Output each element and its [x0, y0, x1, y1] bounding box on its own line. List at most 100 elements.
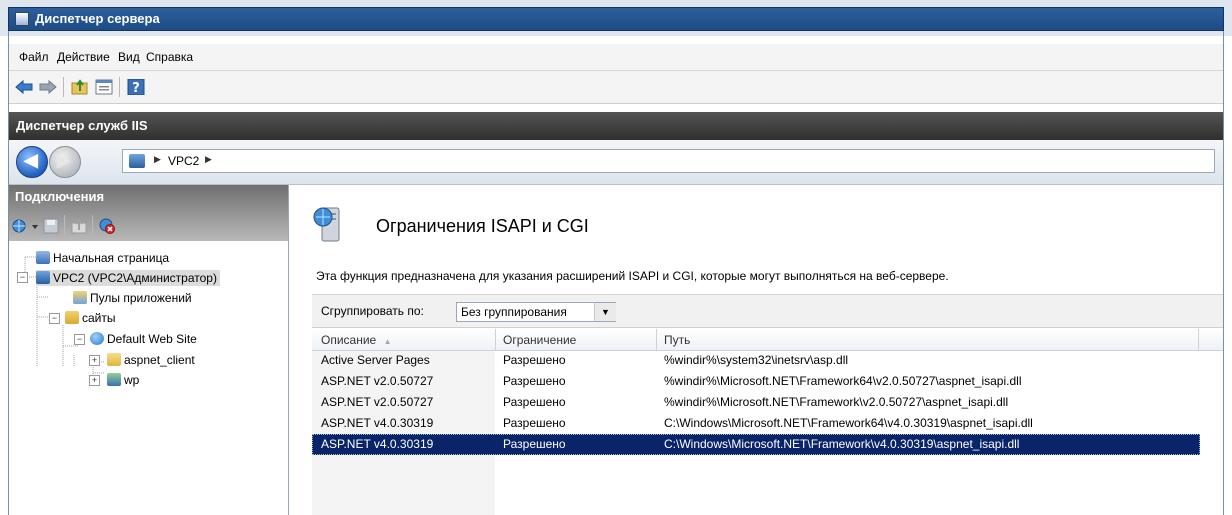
column-header-description[interactable]: Описание ▲	[321, 333, 391, 347]
cell-description: ASP.NET v4.0.30319	[321, 437, 434, 451]
cell-restriction: Разрешено	[503, 374, 566, 388]
connections-title: Подключения	[15, 189, 105, 204]
collapse-icon[interactable]: −	[49, 313, 60, 324]
column-divider[interactable]	[656, 329, 657, 350]
app-pool-icon	[73, 291, 87, 304]
forward-button[interactable]: ▶	[49, 146, 81, 178]
iis-manager-title: Диспетчер служб IIS	[16, 118, 148, 133]
navigation-bar: ◀ ▶ ▶ VPC2 ▶	[9, 140, 1223, 185]
tree-node-label: Пулы приложений	[90, 291, 192, 305]
folder-icon	[107, 353, 121, 366]
breadcrumb-separator[interactable]: ▶	[205, 154, 212, 165]
cell-description: ASP.NET v2.0.50727	[321, 395, 434, 409]
menu-help[interactable]: Справка	[146, 50, 193, 64]
toolbar-separator	[92, 215, 93, 235]
feature-pane: Ограничения ISAPI и CGI Эта функция пред…	[289, 185, 1223, 515]
folder-up-icon[interactable]	[71, 79, 89, 95]
chevron-down-icon[interactable]: ▼	[594, 303, 616, 321]
delete-connection-icon[interactable]	[99, 218, 115, 234]
column-divider[interactable]	[1198, 329, 1199, 350]
menu-view[interactable]: Вид	[118, 50, 140, 64]
back-button[interactable]: ◀	[16, 146, 48, 178]
table-row[interactable]: ASP.NET v4.0.30319 Разрешено C:\Windows\…	[312, 413, 1223, 434]
tree-node-start-page[interactable]: Начальная страница	[36, 251, 169, 265]
isapi-cgi-restrictions-icon	[313, 207, 340, 242]
dropdown-arrow-icon[interactable]	[31, 218, 39, 234]
tree-node-label: wp	[124, 373, 140, 387]
forward-arrow-icon[interactable]	[39, 79, 57, 95]
page-title: Ограничения ISAPI и CGI	[376, 216, 589, 236]
app-icon	[107, 373, 121, 386]
cell-path: %windir%\Microsoft.NET\Framework64\v2.0.…	[664, 374, 1022, 388]
collapse-icon[interactable]: −	[74, 334, 85, 345]
table-row[interactable]: ASP.NET v2.0.50727 Разрешено %windir%\Mi…	[312, 371, 1223, 392]
group-by-select[interactable]: Без группирования ▼	[456, 302, 616, 322]
properties-icon[interactable]	[95, 79, 113, 95]
server-manager-icon	[15, 12, 29, 26]
menu-action[interactable]: Действие	[57, 50, 110, 64]
tree-node-aspnet-client[interactable]: aspnet_client	[107, 353, 195, 367]
tree-node-sites[interactable]: сайты	[65, 311, 116, 325]
cell-description: ASP.NET v4.0.30319	[321, 416, 434, 430]
collapse-icon[interactable]: −	[17, 272, 28, 283]
column-header-path[interactable]: Путь	[664, 333, 690, 347]
table-row-selected[interactable]: ASP.NET v4.0.30319 Разрешено C:\Windows\…	[312, 434, 1200, 455]
window-title: Диспетчер сервера	[35, 11, 160, 26]
forward-arrow-icon: ▶	[57, 150, 71, 170]
connections-pane: Подключения Начальная страница − VPC2 (V…	[9, 185, 289, 515]
feature-description: Эта функция предназначена для указания р…	[316, 269, 949, 283]
column-header-restriction[interactable]: Ограничение	[503, 333, 576, 347]
column-divider[interactable]	[495, 329, 496, 350]
column-label: Описание	[321, 333, 377, 347]
toolbar-separator	[64, 215, 65, 235]
toolbar-separator	[119, 77, 120, 97]
tree-node-label: VPC2 (VPC2\Администратор)	[53, 271, 217, 285]
cell-restriction: Разрешено	[503, 437, 566, 451]
sort-ascending-icon: ▲	[383, 337, 392, 346]
table-row[interactable]: Active Server Pages Разрешено %windir%\s…	[312, 350, 1223, 371]
cell-restriction: Разрешено	[503, 395, 566, 409]
restrictions-grid: Описание ▲ Ограничение Путь Active Serve…	[312, 329, 1223, 515]
address-bar[interactable]: ▶ VPC2 ▶	[122, 149, 1215, 173]
window-title-bar[interactable]: Диспетчер сервера	[8, 7, 1224, 31]
breadcrumb-vpc2[interactable]: VPC2	[168, 154, 199, 168]
globe-icon	[90, 332, 104, 345]
cell-path: %windir%\Microsoft.NET\Framework\v2.0.50…	[664, 395, 1009, 409]
back-arrow-icon: ◀	[24, 150, 38, 170]
group-by-value: Без группирования	[461, 305, 567, 319]
start-page-icon	[36, 251, 50, 264]
menu-bar: Файл Действие Вид Справка	[9, 44, 1223, 71]
up-level-icon[interactable]	[71, 218, 87, 234]
help-icon[interactable]: ?	[127, 79, 145, 95]
cell-description: ASP.NET v2.0.50727	[321, 374, 434, 388]
cell-restriction: Разрешено	[503, 416, 566, 430]
tree-node-server[interactable]: VPC2 (VPC2\Администратор)	[36, 270, 220, 286]
tree-node-wp[interactable]: wp	[107, 373, 139, 387]
grid-header: Описание ▲ Ограничение Путь	[312, 329, 1223, 351]
server-icon	[129, 154, 145, 168]
group-by-label: Сгруппировать по:	[321, 304, 424, 318]
svg-text:?: ?	[132, 81, 140, 95]
table-row[interactable]: ASP.NET v2.0.50727 Разрешено %windir%\Mi…	[312, 392, 1223, 413]
cell-restriction: Разрешено	[503, 353, 566, 367]
tree-node-label: aspnet_client	[124, 353, 195, 367]
breadcrumb-separator[interactable]: ▶	[154, 154, 161, 165]
toolbar-separator	[63, 77, 64, 97]
connections-header: Подключения	[9, 185, 288, 241]
tree-node-default-web-site[interactable]: Default Web Site	[90, 332, 197, 346]
server-icon	[36, 271, 50, 284]
menu-file[interactable]: Файл	[19, 50, 49, 64]
connections-toolbar	[9, 212, 288, 241]
cell-path: C:\Windows\Microsoft.NET\Framework64\v4.…	[664, 416, 1033, 430]
iis-manager-header: Диспетчер служб IIS	[9, 112, 1223, 140]
connect-globe-icon[interactable]	[12, 218, 28, 234]
tree-node-label: Начальная страница	[53, 251, 170, 265]
main-toolbar: ?	[9, 71, 1223, 104]
expand-icon[interactable]: +	[89, 355, 100, 366]
back-arrow-icon[interactable]	[15, 79, 33, 95]
sites-folder-icon	[65, 311, 79, 324]
tree-node-app-pools[interactable]: Пулы приложений	[73, 291, 192, 305]
save-icon[interactable]	[43, 218, 59, 234]
expand-icon[interactable]: +	[89, 375, 100, 386]
tree-node-label: Default Web Site	[107, 332, 197, 346]
